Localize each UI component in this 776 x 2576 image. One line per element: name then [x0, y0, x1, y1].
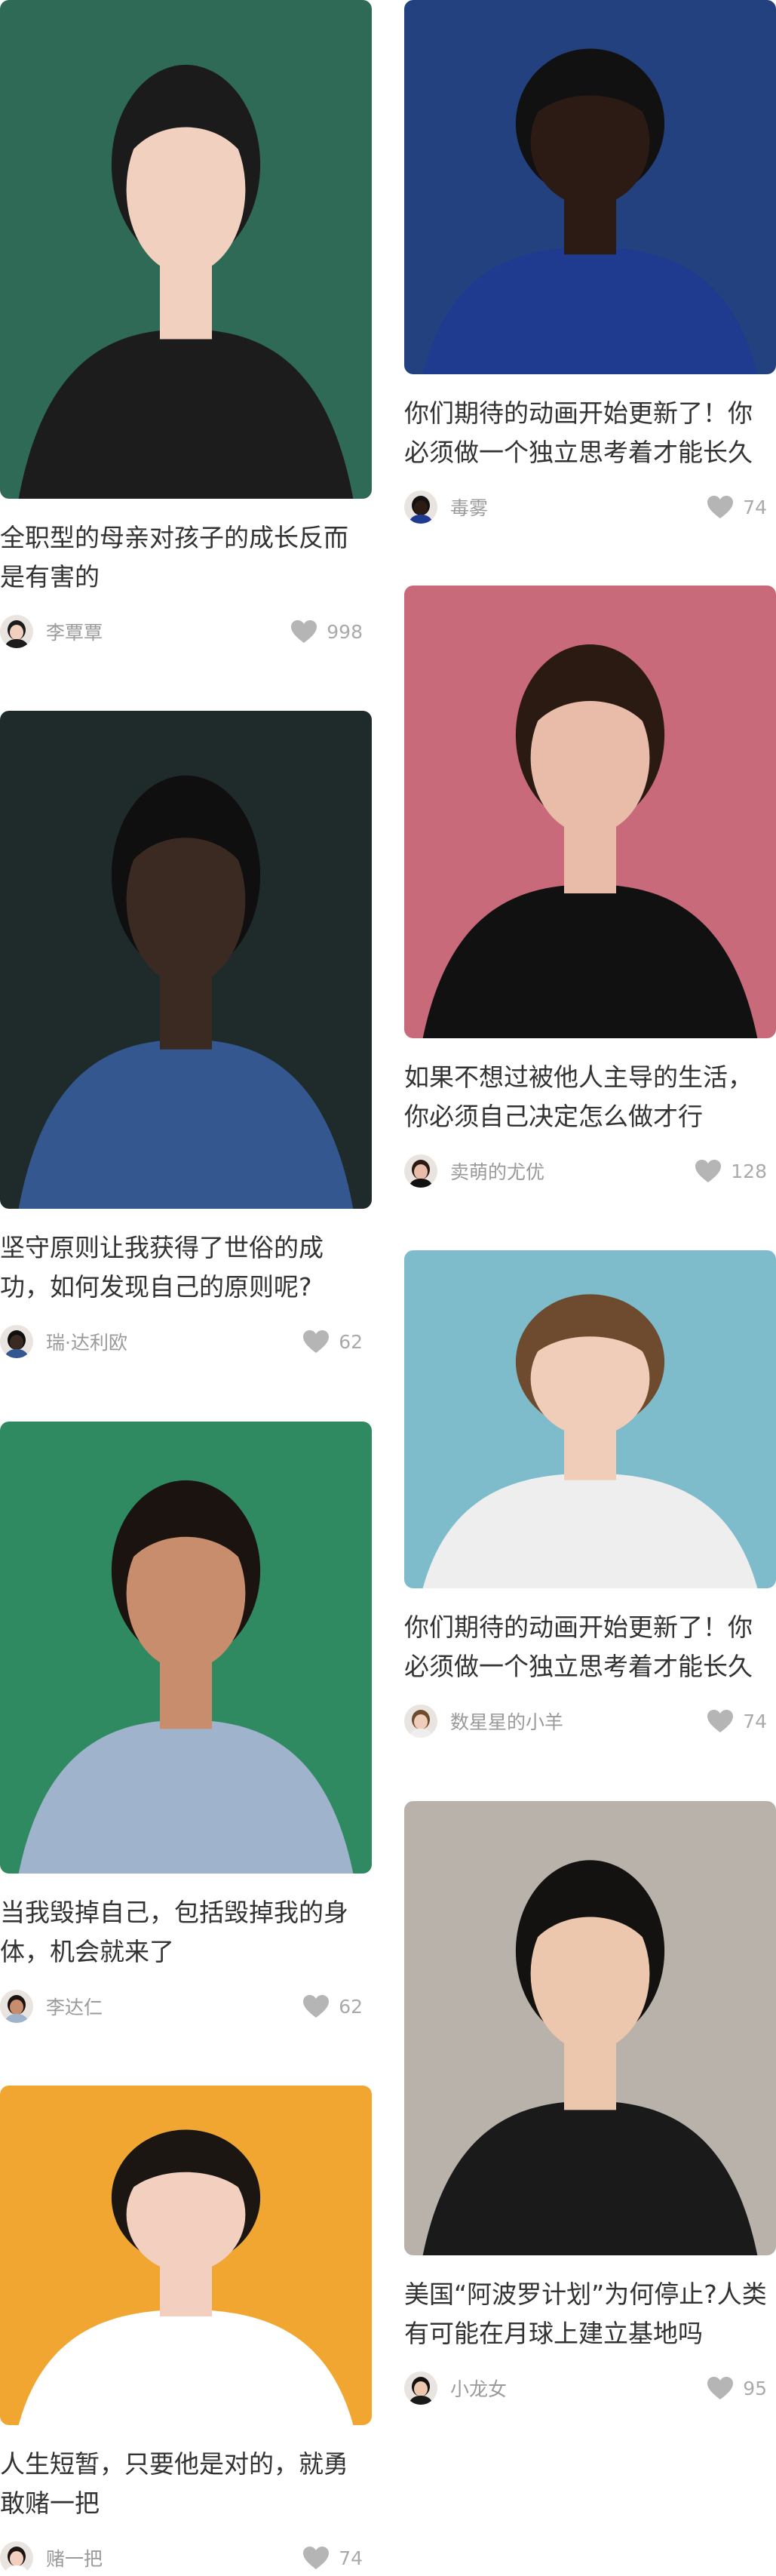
author-avatar[interactable]: [404, 1154, 437, 1188]
like-button[interactable]: 95: [707, 2376, 767, 2400]
card-meta: 李覃覃 998: [0, 613, 372, 650]
like-button[interactable]: 62: [302, 1994, 363, 2018]
card-meta: 瑞·达利欧 62: [0, 1323, 372, 1360]
card-photo[interactable]: [0, 2086, 372, 2425]
feed-card[interactable]: 美国“阿波罗计划”为何停止?人类有可能在月球上建立基地吗 小龙女 95: [404, 1801, 776, 2406]
card-title[interactable]: 如果不想过被他人主导的生活，你必须自己决定怎么做才行: [404, 1058, 776, 1136]
like-count: 62: [339, 1330, 363, 1353]
author-name[interactable]: 卖萌的尤优: [450, 1157, 695, 1185]
feed-card[interactable]: 全职型的母亲对孩子的成长反而是有害的 李覃覃 998: [0, 0, 372, 650]
card-title[interactable]: 全职型的母亲对孩子的成长反而是有害的: [0, 518, 372, 597]
heart-icon: [707, 495, 734, 519]
heart-icon: [302, 1329, 330, 1354]
feed-card[interactable]: 人生短暂，只要他是对的，就勇敢赌一把 赌一把 74: [0, 2086, 372, 2576]
heart-icon: [695, 1159, 722, 1183]
card-photo[interactable]: [404, 0, 776, 374]
like-button[interactable]: 74: [302, 2546, 363, 2570]
author-avatar[interactable]: [0, 1990, 33, 2023]
author-name[interactable]: 小龙女: [450, 2375, 707, 2402]
card-meta: 李达仁 62: [0, 1988, 372, 2024]
author-name[interactable]: 赌一把: [46, 2544, 302, 2571]
card-title[interactable]: 你们期待的动画开始更新了！你必须做一个独立思考着才能长久: [404, 394, 776, 472]
heart-icon: [302, 1994, 330, 2018]
card-meta: 赌一把 74: [0, 2540, 372, 2576]
heart-icon: [707, 2376, 734, 2400]
feed-card[interactable]: 如果不想过被他人主导的生活，你必须自己决定怎么做才行 卖萌的尤优 128: [404, 586, 776, 1189]
like-button[interactable]: 74: [707, 1709, 767, 1733]
feed-card[interactable]: 你们期待的动画开始更新了！你必须做一个独立思考着才能长久 毒雾 74: [404, 0, 776, 525]
card-title[interactable]: 坚守原则让我获得了世俗的成功，如何发现自己的原则呢?: [0, 1228, 372, 1307]
like-count: 62: [339, 1995, 363, 2018]
feed-card[interactable]: 你们期待的动画开始更新了！你必须做一个独立思考着才能长久 数星星的小羊 74: [404, 1250, 776, 1739]
card-meta: 小龙女 95: [404, 2370, 776, 2406]
author-avatar[interactable]: [0, 1325, 33, 1358]
card-meta: 数星星的小羊 74: [404, 1703, 776, 1739]
card-meta: 毒雾 74: [404, 489, 776, 525]
like-count: 74: [339, 2547, 363, 2569]
author-name[interactable]: 李达仁: [46, 1993, 302, 2020]
card-photo[interactable]: [0, 1422, 372, 1874]
like-count: 74: [743, 496, 767, 518]
author-avatar[interactable]: [0, 615, 33, 648]
card-photo[interactable]: [0, 0, 372, 499]
heart-icon: [707, 1709, 734, 1733]
card-photo[interactable]: [404, 1250, 776, 1588]
card-title[interactable]: 当我毁掉自己，包括毁掉我的身体，机会就来了: [0, 1893, 372, 1972]
like-count: 998: [327, 620, 363, 643]
author-avatar[interactable]: [404, 1705, 437, 1738]
author-avatar[interactable]: [404, 2372, 437, 2405]
author-name[interactable]: 瑞·达利欧: [46, 1328, 302, 1355]
like-count: 128: [731, 1160, 767, 1182]
like-count: 74: [743, 1710, 767, 1732]
card-photo[interactable]: [404, 1801, 776, 2255]
heart-icon: [302, 2546, 330, 2570]
author-avatar[interactable]: [404, 490, 437, 524]
heart-icon: [290, 619, 317, 644]
like-button[interactable]: 998: [290, 619, 363, 644]
card-meta: 卖萌的尤优 128: [404, 1153, 776, 1189]
like-count: 95: [743, 2377, 767, 2399]
card-photo[interactable]: [0, 711, 372, 1209]
author-avatar[interactable]: [0, 2541, 33, 2574]
like-button[interactable]: 128: [695, 1159, 767, 1183]
author-name[interactable]: 数星星的小羊: [450, 1708, 707, 1735]
like-button[interactable]: 62: [302, 1329, 363, 1354]
card-title[interactable]: 你们期待的动画开始更新了！你必须做一个独立思考着才能长久: [404, 1608, 776, 1686]
card-title[interactable]: 美国“阿波罗计划”为何停止?人类有可能在月球上建立基地吗: [404, 2275, 776, 2353]
author-name[interactable]: 毒雾: [450, 493, 707, 521]
feed-card[interactable]: 当我毁掉自己，包括毁掉我的身体，机会就来了 李达仁 62: [0, 1422, 372, 2024]
card-title[interactable]: 人生短暂，只要他是对的，就勇敢赌一把: [0, 2445, 372, 2523]
like-button[interactable]: 74: [707, 495, 767, 519]
author-name[interactable]: 李覃覃: [46, 618, 290, 645]
feed-card[interactable]: 坚守原则让我获得了世俗的成功，如何发现自己的原则呢? 瑞·达利欧 62: [0, 711, 372, 1360]
card-photo[interactable]: [404, 586, 776, 1038]
